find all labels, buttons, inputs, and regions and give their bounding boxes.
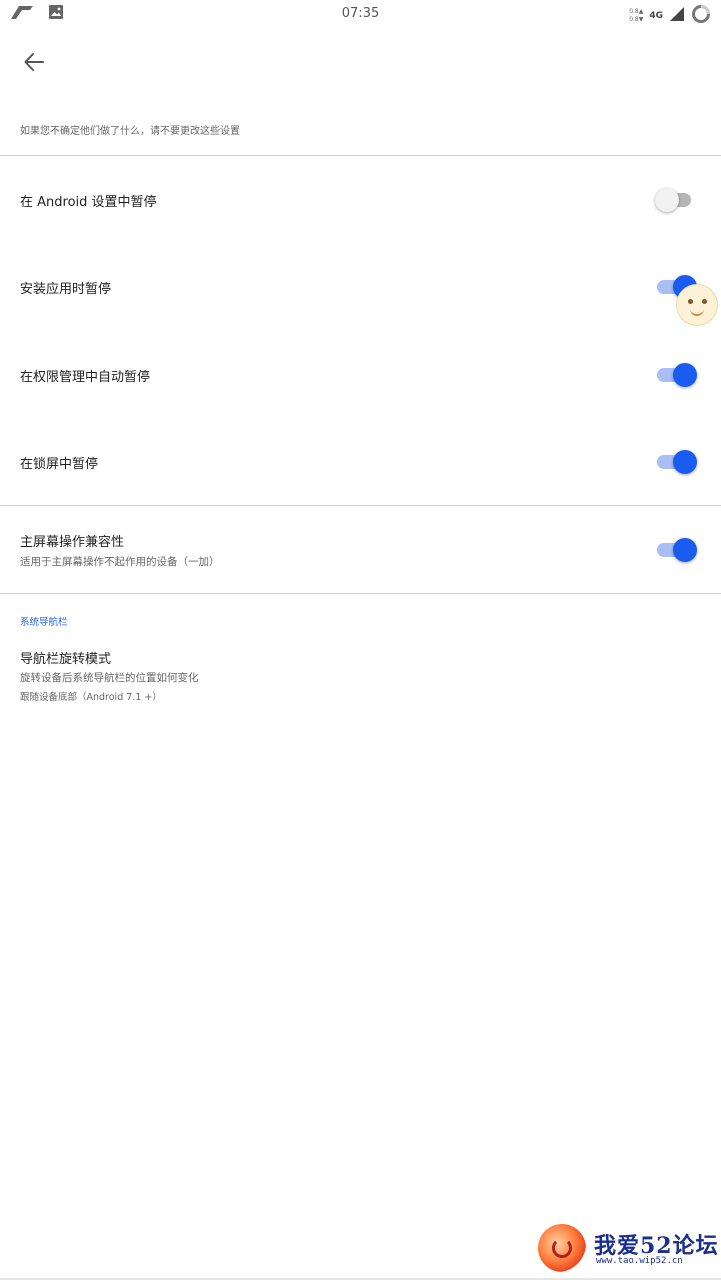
setting-title: 在锁屏中暂停	[20, 457, 99, 472]
mascot-mouth	[690, 309, 704, 316]
setting-title: 导航栏旋转模式	[20, 652, 112, 667]
status-right-icons: 0.8▲ 0.8▼ 4G	[629, 4, 711, 28]
setting-title: 在 Android 设置中暂停	[20, 195, 157, 210]
section-header-navbar: 系统导航栏	[20, 617, 68, 628]
watermark: 我爱52论坛 www.tao.wip52.cn	[538, 1222, 721, 1272]
setting-value: 跟随设备底部（Android 7.1 +）	[20, 692, 162, 703]
setting-title: 在权限管理中自动暂停	[20, 370, 151, 385]
floating-mascot-icon[interactable]	[676, 284, 718, 326]
network-speed: 0.8▲ 0.8▼	[629, 8, 643, 24]
setting-title: 主屏幕操作兼容性	[20, 535, 125, 550]
mascot-eye	[688, 299, 693, 304]
switch-thumb	[673, 363, 697, 387]
toggle-switch-on[interactable]	[655, 360, 697, 388]
status-time: 07:35	[341, 6, 380, 21]
watermark-logo-icon	[538, 1224, 586, 1272]
setting-row-pause-on-install[interactable]: 安装应用时暂停	[0, 243, 721, 331]
network-speed-down: 0.8▼	[629, 16, 644, 23]
network-speed-up: 0.8▲	[629, 8, 644, 15]
switch-thumb	[655, 188, 679, 212]
setting-row-auto-pause-permissions[interactable]: 在权限管理中自动暂停	[0, 331, 721, 418]
warning-text: 如果您不确定他们做了什么，请不要更改这些设置	[20, 126, 240, 137]
watermark-logo-swirl	[552, 1238, 572, 1258]
divider	[0, 593, 721, 594]
setting-row-home-compat[interactable]: 主屏幕操作兼容性 适用于主屏幕操作不起作用的设备（一加）	[0, 506, 721, 593]
setting-row-pause-in-android-settings[interactable]: 在 Android 设置中暂停	[0, 156, 721, 243]
switch-thumb	[673, 538, 697, 562]
watermark-url: www.tao.wip52.cn	[596, 1256, 683, 1266]
network-type: 4G	[649, 11, 663, 21]
toggle-switch-on[interactable]	[655, 535, 697, 563]
setting-row-pause-on-lockscreen[interactable]: 在锁屏中暂停	[0, 418, 721, 505]
battery-ring-icon	[691, 4, 711, 28]
setting-subtitle: 旋转设备后系统导航栏的位置如何变化	[20, 672, 199, 684]
status-bar: 07:35 0.8▲ 0.8▼ 4G	[0, 0, 721, 30]
setting-title: 安装应用时暂停	[20, 282, 112, 297]
toggle-switch-on[interactable]	[655, 447, 697, 475]
arrow-left-icon	[23, 51, 45, 77]
setting-row-navbar-rotation[interactable]: 导航栏旋转模式 旋转设备后系统导航栏的位置如何变化 跟随设备底部（Android…	[0, 636, 721, 708]
mascot-eye	[702, 299, 707, 304]
toggle-switch-off[interactable]	[655, 185, 697, 213]
signal-icon	[669, 6, 685, 26]
setting-subtitle: 适用于主屏幕操作不起作用的设备（一加）	[20, 556, 220, 568]
switch-thumb	[673, 450, 697, 474]
back-button[interactable]	[14, 44, 54, 84]
